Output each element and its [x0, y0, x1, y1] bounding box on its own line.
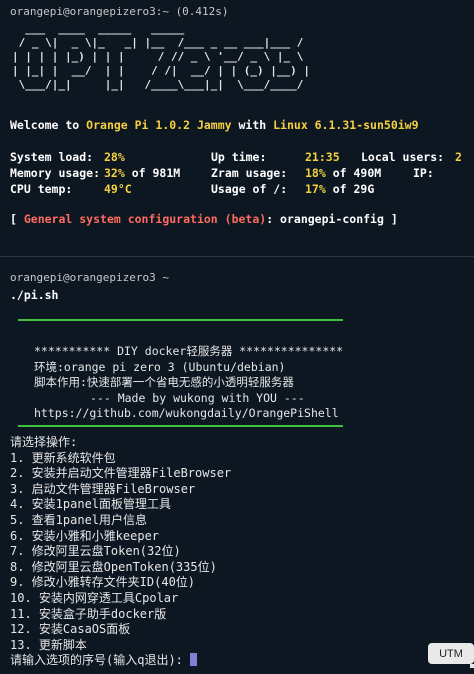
system-load-label: System load:	[10, 150, 94, 164]
config-close: ]	[383, 212, 398, 226]
welcome-os: Orange Pi 1.0.2 Jammy	[86, 118, 232, 132]
banner-line-5: https://github.com/wukongdaily/OrangePiS…	[34, 406, 339, 420]
menu-item-13: 13. 更新脚本	[10, 637, 87, 652]
usage-root-label: Usage of /:	[211, 182, 288, 196]
session-divider	[0, 256, 474, 257]
cpu-temp-value: 49°C	[104, 182, 132, 196]
menu-item-11: 11. 安装盒子助手docker版	[10, 606, 167, 621]
command-line: ./pi.sh	[10, 288, 59, 302]
operation-menu: 请选择操作: 1. 更新系统软件包 2. 安装并启动文件管理器FileBrows…	[10, 435, 231, 669]
usage-root-value: 17%	[305, 182, 326, 196]
welcome-mid: with	[231, 118, 274, 132]
zram-of: of 490M	[325, 166, 382, 180]
config-text: General system configuration (beta)	[23, 212, 267, 226]
menu-item-9: 9. 修改小雅转存文件夹ID(40位)	[10, 575, 196, 590]
cpu-temp-label: CPU temp:	[10, 182, 73, 196]
local-users-value: 2	[455, 150, 462, 164]
banner-line-1: *********** DIY docker轻服务器 *************…	[34, 344, 344, 358]
zram-usage: 18% of 490M	[305, 166, 381, 181]
zram-label: Zram usage:	[211, 166, 288, 180]
ip-label: IP:	[413, 166, 434, 180]
memory-value: 32%	[104, 166, 125, 180]
memory-label: Memory usage:	[10, 166, 101, 180]
config-open: [	[10, 212, 24, 226]
banner-rule-bottom	[18, 425, 343, 427]
menu-item-10: 10. 安装内网穿透工具Cpolar	[10, 590, 179, 605]
banner-line-2: 环境:orange pi zero 3 (Ubuntu/debian)	[34, 360, 286, 374]
orange-pi-ascii-logo: ___ ____ _____ _____ / _ \| _ \|_ _| |__…	[12, 22, 311, 91]
uptime-label: Up time:	[211, 150, 267, 164]
menu-item-8: 8. 修改阿里云盘OpenToken(335位)	[10, 559, 217, 574]
menu-item-6: 6. 安装小雅和小雅keeper	[10, 528, 160, 543]
menu-item-5: 5. 查看1panel用户信息	[10, 512, 148, 527]
banner-rule-top	[18, 319, 343, 321]
input-prompt: 请输入选项的序号(输入q退出):	[10, 653, 191, 668]
menu-item-12: 12. 安装CasaOS面板	[10, 622, 131, 637]
config-hint: [ General system configuration (beta): o…	[10, 212, 398, 227]
zram-value: 18%	[305, 166, 326, 180]
memory-of: of 981M	[124, 166, 181, 180]
banner-line-4: --- Made by wukong with YOU ---	[90, 391, 305, 405]
terminal-window[interactable]: orangepi@orangepizero3:~ (0.412s) ___ __…	[0, 0, 474, 674]
banner-line-3: 脚本作用:快速部署一个省电无感的小透明轻服务器	[34, 375, 294, 389]
text-cursor[interactable]	[190, 653, 198, 667]
usage-root: 17% of 29G	[305, 182, 374, 197]
badge-pointer	[470, 664, 474, 668]
session2-prompt: orangepi@orangepizero3 ~	[10, 271, 169, 284]
menu-item-3: 3. 启动文件管理器FileBrowser	[10, 481, 196, 496]
welcome-prefix: Welcome to	[10, 118, 87, 132]
uptime-value: 21:35	[305, 150, 340, 164]
usage-root-of: of 29G	[325, 182, 375, 196]
input-line[interactable]: 请输入选项的序号(输入q退出):	[10, 653, 231, 669]
config-cmd: orangepi-config	[280, 212, 384, 226]
config-colon: :	[266, 212, 281, 226]
utm-badge[interactable]: UTM	[428, 643, 474, 664]
session1-prompt: orangepi@orangepizero3:~ (0.412s)	[10, 5, 229, 18]
menu-item-4: 4. 安装1panel面板管理工具	[10, 497, 172, 512]
system-load-value: 28%	[104, 150, 125, 164]
menu-item-2: 2. 安装并启动文件管理器FileBrowser	[10, 466, 232, 481]
welcome-line: Welcome to Orange Pi 1.0.2 Jammy with Li…	[10, 118, 419, 133]
menu-title: 请选择操作:	[10, 435, 78, 449]
menu-item-1: 1. 更新系统软件包	[10, 450, 116, 465]
menu-item-7: 7. 修改阿里云盘Token(32位)	[10, 544, 181, 559]
welcome-kernel: Linux 6.1.31-sun50iw9	[273, 118, 419, 132]
memory-usage: 32% of 981M	[104, 166, 180, 181]
local-users-label: Local users:	[361, 150, 445, 164]
